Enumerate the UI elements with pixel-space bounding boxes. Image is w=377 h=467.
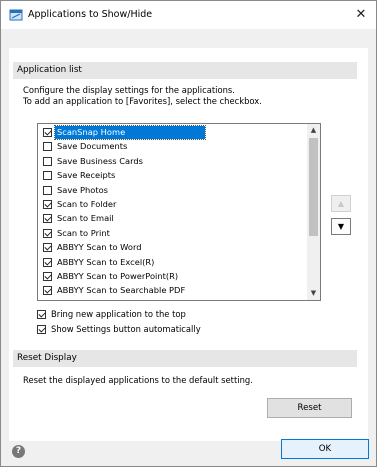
list-item-label: ABBYY Scan to Excel(R) xyxy=(57,256,155,267)
checkbox-icon[interactable] xyxy=(43,185,52,195)
scroll-thumb[interactable] xyxy=(309,138,318,236)
list-item-label: ABBYY Scan to PowerPoint(R) xyxy=(57,271,179,281)
window-title: Applications to Show/Hide xyxy=(28,9,153,20)
list-item-label: Scan to Email xyxy=(57,213,114,224)
reset-display-description: Reset the displayed applications to the … xyxy=(23,375,253,385)
app-window-icon xyxy=(9,9,23,21)
option-label: Bring new application to the top xyxy=(51,309,186,319)
title-bar: Applications to Show/Hide ✕ xyxy=(1,1,376,29)
help-icon[interactable]: ? xyxy=(12,445,25,458)
list-item[interactable]: Scan to Email xyxy=(40,212,210,225)
list-item[interactable]: ABBYY Scan to PowerPoint(R) xyxy=(40,270,210,283)
list-item[interactable]: ABBYY Scan to Excel(R) xyxy=(40,256,210,269)
list-item[interactable]: ABBYY Scan to Word xyxy=(40,241,210,254)
list-item-label: Save Business Cards xyxy=(57,155,143,166)
checkbox-icon[interactable] xyxy=(43,272,52,281)
application-list-description-2: To add an application to [Favorites], se… xyxy=(23,96,262,106)
list-item-label: ScanSnap Home xyxy=(53,125,207,140)
ok-button[interactable]: OK xyxy=(281,439,369,459)
list-item[interactable]: Save Receipts xyxy=(40,169,210,182)
show-settings-button-checkbox[interactable]: Show Settings button automatically xyxy=(37,323,201,336)
listbox-scrollbar[interactable]: ▲ ▼ xyxy=(307,124,320,300)
checkbox-icon[interactable] xyxy=(43,200,52,209)
list-item[interactable]: ScanSnap Home xyxy=(40,125,210,140)
application-list-header: Application list xyxy=(13,62,357,79)
option-label: Show Settings button automatically xyxy=(51,324,201,334)
move-down-button[interactable]: ▼ xyxy=(331,218,351,235)
list-item-label: ABBYY Scan to Word xyxy=(57,242,142,253)
checkbox-icon[interactable] xyxy=(43,142,52,152)
checkbox-icon[interactable] xyxy=(43,156,52,166)
list-item[interactable]: Save Documents xyxy=(40,140,210,153)
list-item-label: Scan to Print xyxy=(57,227,110,238)
list-item[interactable]: Save Business Cards xyxy=(40,155,210,168)
checkbox-icon[interactable] xyxy=(43,257,52,267)
checkbox-icon[interactable] xyxy=(43,171,52,181)
list-item[interactable]: ABBYY Scan to Searchable PDF xyxy=(40,284,210,297)
list-item[interactable]: Save Photos xyxy=(40,184,210,197)
checkbox-icon[interactable] xyxy=(43,243,52,253)
scroll-down-icon[interactable]: ▼ xyxy=(307,287,320,300)
close-icon[interactable]: ✕ xyxy=(350,4,372,26)
list-item[interactable]: Scan to Folder xyxy=(40,198,210,211)
move-up-button[interactable]: ▲ xyxy=(331,195,351,212)
application-list-description-1: Configure the display settings for the a… xyxy=(23,85,235,95)
applications-dialog: Applications to Show/Hide ✕ Application … xyxy=(0,0,377,467)
checkbox-icon xyxy=(37,310,46,319)
application-listbox[interactable]: ScanSnap Home Save Documents Save Business… xyxy=(37,123,321,301)
checkbox-icon[interactable] xyxy=(43,128,52,137)
checkbox-icon[interactable] xyxy=(43,214,52,224)
list-item-label: Save Photos xyxy=(57,184,108,195)
list-item-label: ABBYY Scan to Searchable PDF xyxy=(57,285,186,296)
reset-button[interactable]: Reset xyxy=(267,398,352,418)
bring-new-app-top-checkbox[interactable]: Bring new application to the top xyxy=(37,308,186,321)
scroll-up-icon[interactable]: ▲ xyxy=(307,124,320,137)
list-item-label: Save Documents xyxy=(57,141,128,152)
checkbox-icon xyxy=(37,325,46,334)
list-item-label: Scan to Folder xyxy=(57,199,117,209)
list-item-label: Save Receipts xyxy=(57,170,116,181)
checkbox-icon[interactable] xyxy=(43,286,52,296)
checkbox-icon[interactable] xyxy=(43,228,52,238)
list-item[interactable]: Scan to Print xyxy=(40,227,210,240)
reset-display-header: Reset Display xyxy=(13,350,357,367)
